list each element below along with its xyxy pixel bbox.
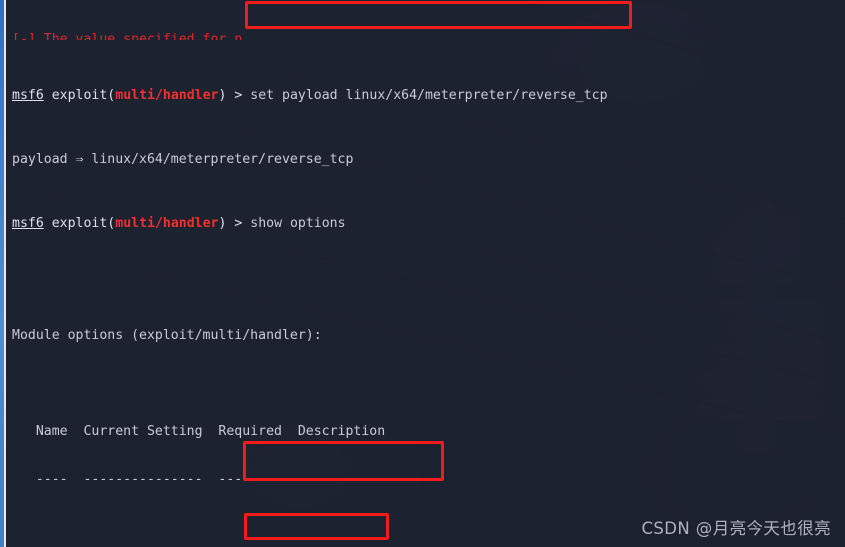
line-prompt-set-payload: msf6 exploit(multi/handler) > set payloa…: [0, 88, 845, 104]
line-blank: [0, 280, 845, 296]
window-left-border-highlight: [4, 0, 6, 547]
terminal-output: [-] The value specified for p msf6 explo…: [0, 0, 845, 547]
prompt-module-prefix: exploit(: [51, 88, 116, 103]
command-set-payload: set payload linux/x64/meterpreter/revers…: [250, 88, 608, 103]
prompt-user: msf6: [12, 216, 44, 231]
prompt-user: msf6: [12, 88, 44, 103]
line-module-options-header: Name Current Setting Required Descriptio…: [12, 424, 386, 439]
line-error-clipped: [-] The value specified for p: [12, 32, 243, 40]
line-blank: [0, 376, 845, 392]
prompt-module-prefix: exploit(: [51, 216, 116, 231]
line-prompt-show-options: msf6 exploit(multi/handler) > show optio…: [0, 216, 845, 232]
prompt-module-name: multi/handler: [115, 88, 219, 103]
line-module-options-rule: ---- --------------- -------- ----------…: [12, 472, 386, 487]
line-module-options-title: Module options (exploit/multi/handler):: [12, 328, 322, 343]
prompt-module-name: multi/handler: [115, 216, 219, 231]
line-payload-echo: payload ⇒ linux/x64/meterpreter/reverse_…: [12, 152, 354, 167]
command-show-options: show options: [250, 216, 346, 231]
terminal-window[interactable]: [-] The value specified for p msf6 explo…: [0, 0, 845, 547]
csdn-watermark: CSDN @月亮今天也很亮: [641, 519, 831, 538]
